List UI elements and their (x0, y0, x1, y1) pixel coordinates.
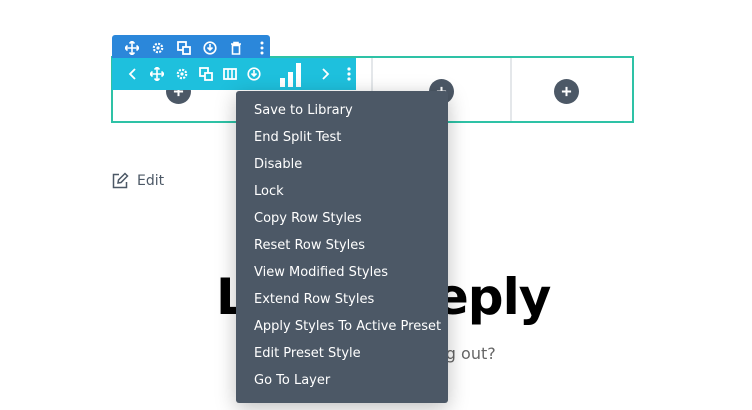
menu-item-disable[interactable]: Disable (236, 151, 448, 178)
gear-icon[interactable] (150, 40, 165, 56)
chevron-right-icon[interactable] (318, 66, 332, 82)
menu-item-go-to-layer[interactable]: Go To Layer (236, 367, 448, 394)
duplicate-icon[interactable] (198, 66, 213, 82)
add-module-button[interactable] (554, 79, 579, 104)
chevron-left-icon[interactable] (126, 66, 140, 82)
menu-item-reset-row-styles[interactable]: Reset Row Styles (236, 232, 448, 259)
menu-item-edit-preset-style[interactable]: Edit Preset Style (236, 340, 448, 367)
menu-item-save-to-library[interactable]: Save to Library (236, 97, 448, 124)
edit-icon (112, 172, 129, 189)
menu-item-extend-row-styles[interactable]: Extend Row Styles (236, 286, 448, 313)
delete-icon[interactable] (229, 40, 244, 56)
edit-label: Edit (137, 173, 165, 189)
more-icon[interactable] (255, 40, 270, 56)
split-test-stats-icon[interactable] (278, 60, 304, 88)
duplicate-icon[interactable] (176, 40, 191, 56)
menu-item-end-split-test[interactable]: End Split Test (236, 124, 448, 151)
row-context-menu: Save to Library End Split Test Disable L… (236, 91, 448, 403)
gear-icon[interactable] (175, 66, 189, 82)
row-toolbar (112, 58, 356, 90)
move-icon[interactable] (124, 40, 139, 56)
more-icon[interactable] (342, 66, 356, 82)
save-icon[interactable] (247, 66, 261, 82)
menu-item-lock[interactable]: Lock (236, 178, 448, 205)
columns-icon[interactable] (223, 66, 238, 82)
save-icon[interactable] (203, 40, 218, 56)
move-icon[interactable] (150, 66, 165, 82)
column-divider (510, 58, 512, 121)
menu-item-view-modified-styles[interactable]: View Modified Styles (236, 259, 448, 286)
plus-icon (561, 86, 572, 97)
menu-item-copy-row-styles[interactable]: Copy Row Styles (236, 205, 448, 232)
edit-link[interactable]: Edit (111, 172, 164, 190)
menu-item-apply-styles-to-active-preset[interactable]: Apply Styles To Active Preset (236, 313, 448, 340)
